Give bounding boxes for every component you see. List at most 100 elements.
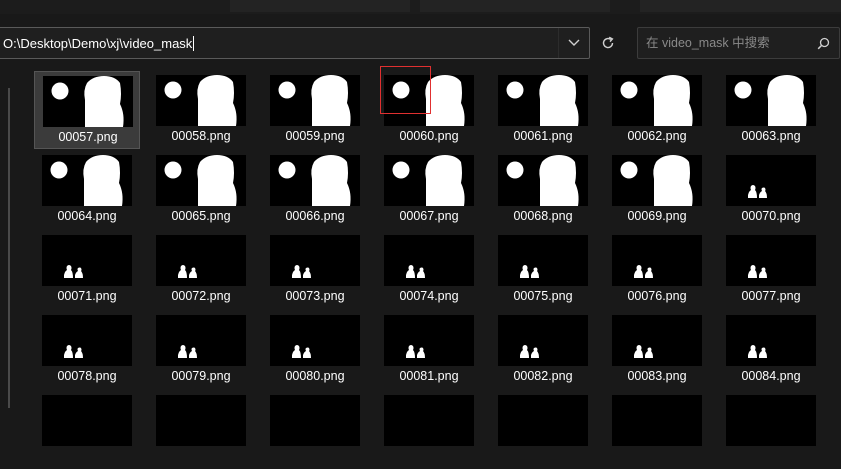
image-thumbnail-icon (726, 235, 816, 286)
image-thumbnail-icon (270, 315, 360, 366)
file-item[interactable] (34, 391, 140, 469)
mask-large-shape (620, 155, 693, 206)
file-name: 00059.png (285, 129, 345, 143)
file-name: 00075.png (513, 289, 573, 303)
refresh-icon (602, 36, 614, 49)
file-item[interactable] (490, 391, 596, 469)
file-name: 00061.png (513, 129, 573, 143)
file-name: 00079.png (171, 369, 231, 383)
window-top-strip (0, 0, 841, 14)
mask-large-shape (51, 76, 124, 127)
file-item[interactable]: 00078.png (34, 311, 140, 389)
mask-small-shape (292, 345, 311, 358)
image-thumbnail-icon (726, 395, 816, 446)
image-thumbnail-icon (726, 155, 816, 206)
file-item[interactable]: 00065.png (148, 151, 254, 229)
file-item[interactable]: 00063.png (718, 71, 824, 149)
file-item[interactable]: 00076.png (604, 231, 710, 309)
mask-small-shape (406, 265, 425, 278)
file-name: 00073.png (285, 289, 345, 303)
image-thumbnail-icon (156, 235, 246, 286)
address-bar[interactable]: O:\Desktop\Demo\xj\video_mask (0, 27, 590, 59)
chevron-down-icon (568, 39, 580, 46)
top-strip-segment (640, 0, 841, 12)
file-item[interactable]: 00079.png (148, 311, 254, 389)
image-thumbnail-icon (270, 395, 360, 446)
address-bar-path-container[interactable]: O:\Desktop\Demo\xj\video_mask (3, 28, 195, 59)
search-input[interactable] (646, 33, 806, 53)
file-name: 00082.png (513, 369, 573, 383)
file-name: 00057.png (58, 130, 118, 144)
mask-large-shape (392, 155, 465, 206)
mask-large-shape (164, 75, 237, 126)
file-item[interactable]: 00058.png (148, 71, 254, 149)
file-item[interactable] (604, 391, 710, 469)
file-name: 00066.png (285, 209, 345, 223)
file-item[interactable]: 00067.png (376, 151, 482, 229)
image-thumbnail-icon (42, 315, 132, 366)
image-thumbnail-icon (726, 315, 816, 366)
file-name: 00071.png (57, 289, 117, 303)
file-item[interactable]: 00080.png (262, 311, 368, 389)
file-item[interactable] (148, 391, 254, 469)
image-thumbnail-icon (156, 155, 246, 206)
navigation-pane[interactable] (0, 72, 20, 408)
search-box[interactable] (637, 27, 840, 59)
file-item[interactable]: 00066.png (262, 151, 368, 229)
image-thumbnail-icon (156, 315, 246, 366)
navigation-scrollbar[interactable] (8, 88, 10, 408)
image-thumbnail-icon (612, 155, 702, 206)
file-item[interactable]: 00069.png (604, 151, 710, 229)
file-item[interactable]: 00059.png (262, 71, 368, 149)
file-name: 00067.png (399, 209, 459, 223)
top-strip-segment (230, 0, 410, 12)
file-item[interactable]: 00064.png (34, 151, 140, 229)
mask-large-shape (734, 75, 807, 126)
mask-large-shape (278, 155, 351, 206)
mask-small-shape (520, 345, 539, 358)
file-item[interactable]: 00074.png (376, 231, 482, 309)
toolbar: O:\Desktop\Demo\xj\video_mask (0, 14, 841, 72)
mask-small-shape (178, 265, 197, 278)
file-item[interactable] (376, 391, 482, 469)
address-dropdown-button[interactable] (558, 28, 589, 58)
file-item[interactable] (718, 391, 824, 469)
image-thumbnail-icon (612, 395, 702, 446)
image-thumbnail-icon (384, 75, 474, 126)
mask-small-shape (748, 185, 767, 198)
file-item[interactable]: 00084.png (718, 311, 824, 389)
file-item[interactable]: 00083.png (604, 311, 710, 389)
search-button[interactable] (811, 31, 835, 55)
file-name: 00076.png (627, 289, 687, 303)
file-item[interactable]: 00077.png (718, 231, 824, 309)
file-name: 00077.png (741, 289, 801, 303)
file-item[interactable]: 00071.png (34, 231, 140, 309)
file-item[interactable] (262, 391, 368, 469)
file-item[interactable]: 00070.png (718, 151, 824, 229)
file-item[interactable]: 00081.png (376, 311, 482, 389)
file-item[interactable]: 00057.png (34, 71, 140, 149)
file-name: 00065.png (171, 209, 231, 223)
image-thumbnail-icon (270, 235, 360, 286)
image-thumbnail-icon (384, 315, 474, 366)
mask-large-shape (506, 155, 579, 206)
file-item[interactable]: 00060.png (376, 71, 482, 149)
text-caret (193, 36, 195, 51)
file-item[interactable]: 00082.png (490, 311, 596, 389)
mask-large-shape (50, 155, 123, 206)
address-bar-path[interactable]: O:\Desktop\Demo\xj\video_mask (3, 36, 192, 51)
file-item[interactable]: 00072.png (148, 231, 254, 309)
file-item[interactable]: 00061.png (490, 71, 596, 149)
mask-small-shape (634, 345, 653, 358)
file-name: 00068.png (513, 209, 573, 223)
refresh-button[interactable] (593, 27, 623, 59)
file-item[interactable]: 00068.png (490, 151, 596, 229)
file-name: 00074.png (399, 289, 459, 303)
file-item[interactable]: 00075.png (490, 231, 596, 309)
file-item[interactable]: 00073.png (262, 231, 368, 309)
mask-small-shape (748, 265, 767, 278)
file-name: 00072.png (171, 289, 231, 303)
file-item[interactable]: 00062.png (604, 71, 710, 149)
mask-small-shape (634, 265, 653, 278)
image-thumbnail-icon (42, 155, 132, 206)
